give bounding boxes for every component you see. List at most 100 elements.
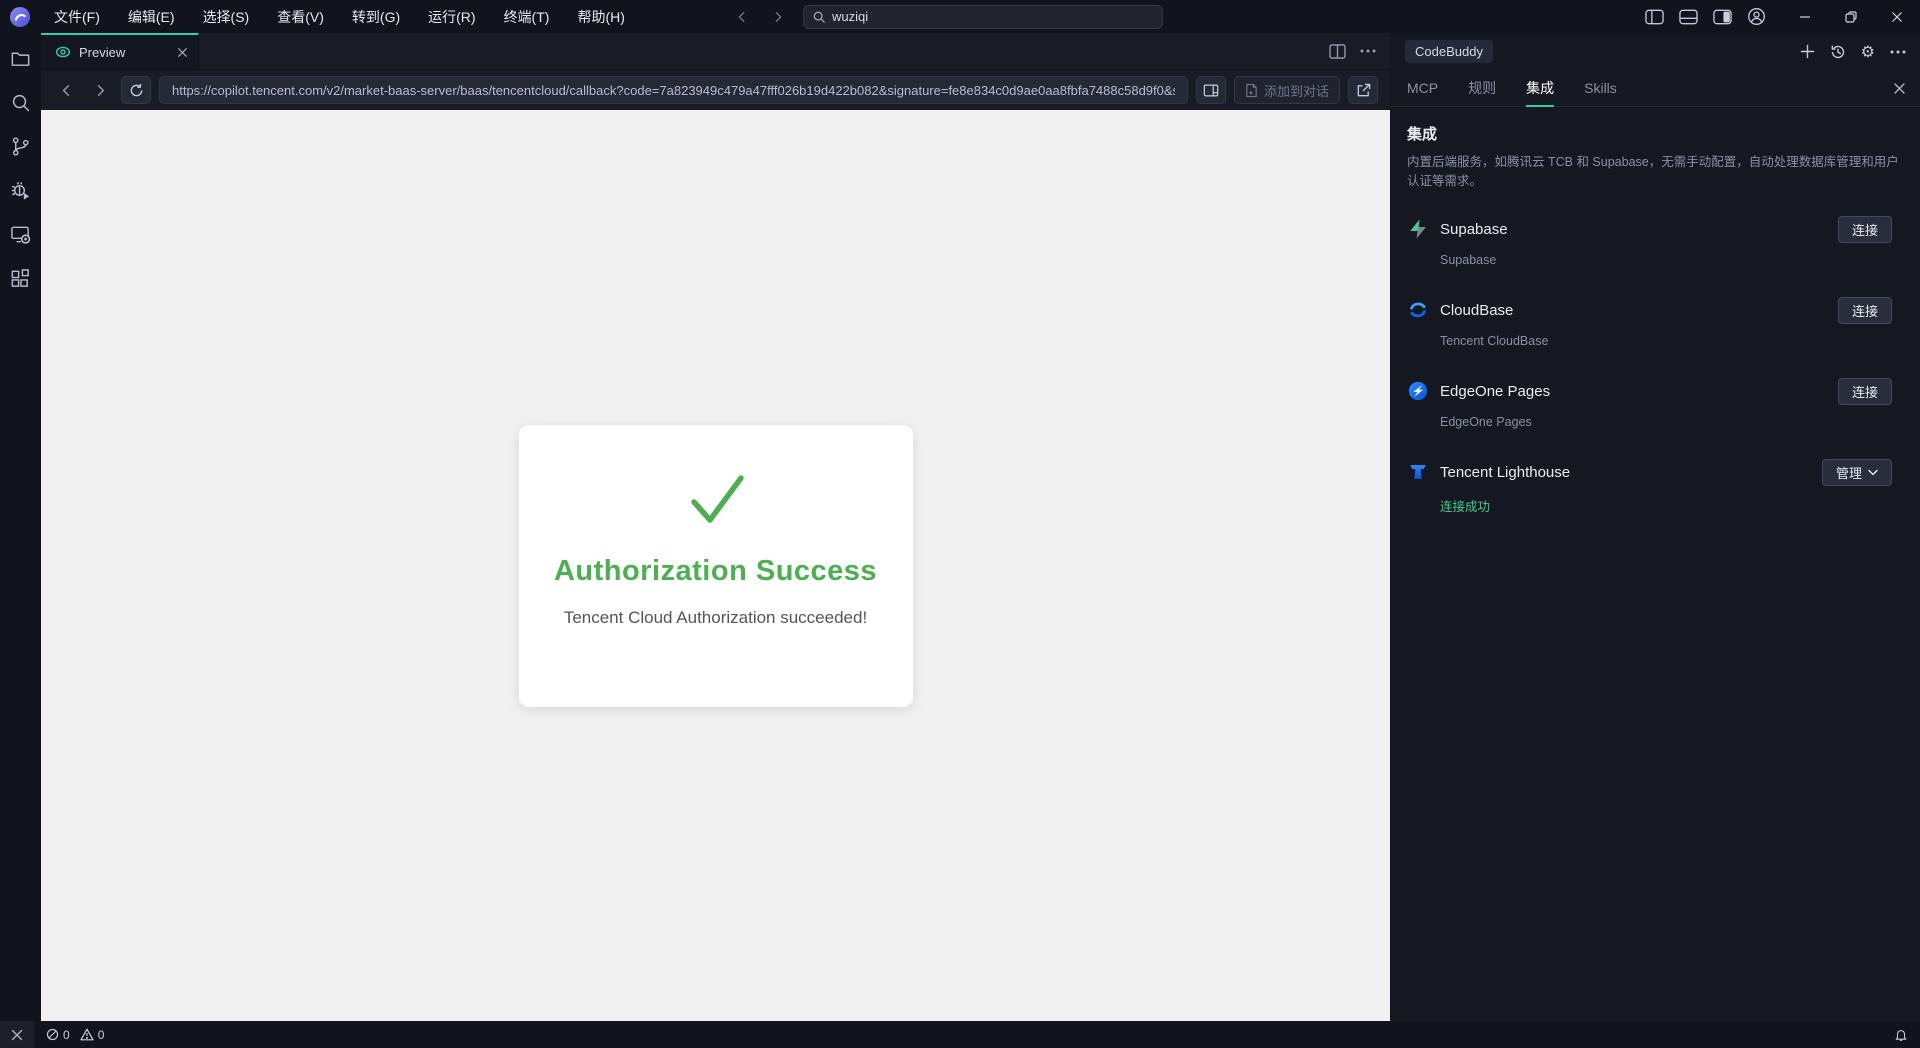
title-bar: 文件(F) 编辑(E) 选择(S) 查看(V) 转到(G) 运行(R) 终端(T… — [0, 0, 1920, 33]
integration-name: Tencent Lighthouse — [1440, 463, 1571, 481]
integration-list: Supabase 连接 Supabase CloudBase 连接 Tencen… — [1407, 215, 1906, 515]
status-bar: 0 0 — [0, 1021, 1920, 1048]
menu-terminal[interactable]: 终端(T) — [494, 3, 560, 31]
authorization-title: Authorization Success — [553, 554, 878, 587]
menu-edit[interactable]: 编辑(E) — [118, 3, 185, 31]
search-icon[interactable] — [8, 89, 34, 115]
integration-cloudbase: CloudBase 连接 Tencent CloudBase — [1407, 296, 1906, 348]
chevron-down-icon — [1868, 469, 1878, 476]
source-control-icon[interactable] — [8, 133, 34, 159]
extensions-icon[interactable] — [8, 265, 34, 291]
integration-supabase: Supabase 连接 Supabase — [1407, 215, 1906, 267]
integration-edgeone: EdgeOne Pages 连接 EdgeOne Pages — [1407, 377, 1906, 429]
success-checkmark-icon — [683, 471, 749, 529]
toggle-right-sidebar-icon[interactable] — [1712, 7, 1732, 27]
explorer-folder-icon[interactable] — [8, 45, 34, 71]
browser-preview: Authorization Success Tencent Cloud Auth… — [41, 110, 1390, 1021]
integration-subtitle: EdgeOne Pages — [1440, 414, 1532, 429]
device-toolbar-button[interactable] — [1195, 76, 1226, 104]
minimize-button[interactable] — [1782, 0, 1828, 33]
menu-selection[interactable]: 选择(S) — [193, 3, 260, 31]
menu-run[interactable]: 运行(R) — [418, 3, 485, 31]
codebuddy-panel: CodeBuddy ⚙ MCP 规则 集成 Skills 集成 内置后端服务，如… — [1390, 33, 1920, 1021]
tab-label: Preview — [79, 44, 126, 60]
integration-name: EdgeOne Pages — [1440, 382, 1551, 400]
edgeone-connect-button[interactable]: 连接 — [1837, 377, 1892, 405]
tab-mcp[interactable]: MCP — [1407, 70, 1438, 106]
add-file-icon — [1245, 83, 1258, 98]
settings-gear-icon[interactable]: ⚙ — [1861, 43, 1875, 60]
codebuddy-session-chip[interactable]: CodeBuddy — [1405, 40, 1493, 63]
app-window: 文件(F) 编辑(E) 选择(S) 查看(V) 转到(G) 运行(R) 终端(T… — [0, 0, 1920, 1048]
run-debug-icon[interactable] — [8, 177, 34, 203]
cloudbase-logo-icon — [1407, 299, 1429, 321]
restore-button[interactable] — [1828, 0, 1874, 33]
warnings-icon — [80, 1028, 94, 1041]
lighthouse-logo-icon — [1407, 461, 1429, 483]
edgeone-logo-icon — [1407, 380, 1429, 402]
browser-forward-button[interactable] — [87, 77, 113, 103]
tab-close-icon[interactable] — [177, 47, 188, 58]
lighthouse-manage-button[interactable]: 管理 — [1821, 458, 1892, 486]
activity-bar — [0, 33, 41, 1021]
supabase-connect-button[interactable]: 连接 — [1837, 215, 1892, 243]
integrations-section: 集成 内置后端服务，如腾讯云 TCB 和 Supabase，无需手动配置，自动处… — [1391, 107, 1920, 515]
panel-more-icon[interactable] — [1890, 50, 1906, 54]
integration-name: Supabase — [1440, 220, 1508, 238]
editor-area: Preview https://copilot.tencent.com/v2/m… — [41, 33, 1390, 1021]
problems-counter[interactable]: 0 0 — [46, 1028, 110, 1042]
browser-toolbar: 添加到对话 — [41, 70, 1390, 110]
browser-back-button[interactable] — [53, 77, 79, 103]
open-external-button[interactable] — [1348, 76, 1378, 104]
search-input[interactable] — [832, 9, 1155, 24]
tab-preview[interactable]: Preview — [41, 33, 199, 69]
cloudbase-connect-button[interactable]: 连接 — [1837, 296, 1892, 324]
history-icon[interactable] — [1830, 44, 1846, 60]
integration-status: 连接成功 — [1440, 499, 1491, 514]
section-description: 内置后端服务，如腾讯云 TCB 和 Supabase，无需手动配置，自动处理数据… — [1407, 155, 1899, 189]
panel-tabs: MCP 规则 集成 Skills — [1391, 70, 1920, 107]
warnings-count: 0 — [97, 1027, 105, 1042]
search-icon — [812, 10, 826, 24]
close-panel-icon[interactable] — [1893, 70, 1906, 107]
notifications-bell-icon[interactable] — [1894, 1028, 1908, 1042]
add-to-chat-label: 添加到对话 — [1263, 83, 1329, 99]
menu-file[interactable]: 文件(F) — [44, 3, 110, 31]
history-back-button[interactable] — [731, 6, 753, 28]
manage-label: 管理 — [1835, 465, 1862, 481]
errors-icon — [46, 1028, 59, 1041]
more-actions-icon[interactable] — [1360, 49, 1376, 53]
add-to-chat-button[interactable]: 添加到对话 — [1233, 76, 1340, 104]
integration-lighthouse: Tencent Lighthouse 管理 连接成功 — [1407, 458, 1906, 515]
menu-help[interactable]: 帮助(H) — [567, 3, 634, 31]
editor-tab-bar: Preview — [41, 33, 1390, 70]
split-editor-icon[interactable] — [1329, 43, 1346, 59]
menu-view[interactable]: 查看(V) — [267, 3, 334, 31]
integration-name: CloudBase — [1440, 301, 1514, 319]
authorization-card: Authorization Success Tencent Cloud Auth… — [518, 424, 913, 707]
remote-indicator-icon[interactable] — [0, 1021, 34, 1048]
toggle-bottom-panel-icon[interactable] — [1678, 7, 1698, 27]
menu-go[interactable]: 转到(G) — [342, 3, 410, 31]
section-title: 集成 — [1407, 126, 1438, 143]
url-input[interactable] — [172, 82, 1175, 98]
url-bar[interactable] — [159, 76, 1188, 104]
reload-button[interactable] — [121, 76, 151, 104]
tab-rules[interactable]: 规则 — [1468, 70, 1496, 106]
menu-bar: 文件(F) 编辑(E) 选择(S) 查看(V) 转到(G) 运行(R) 终端(T… — [44, 3, 635, 31]
new-chat-icon[interactable] — [1800, 44, 1815, 59]
account-icon[interactable] — [1746, 7, 1766, 27]
history-forward-button[interactable] — [767, 6, 789, 28]
app-logo-icon — [10, 6, 30, 27]
tab-integrations[interactable]: 集成 — [1526, 70, 1555, 107]
preview-eye-icon — [55, 44, 71, 60]
remote-explorer-icon[interactable] — [8, 221, 34, 247]
authorization-message: Tencent Cloud Authorization succeeded! — [563, 607, 868, 627]
integration-subtitle: Supabase — [1440, 252, 1497, 267]
close-window-button[interactable] — [1874, 0, 1920, 33]
errors-count: 0 — [63, 1027, 70, 1042]
codebuddy-header: CodeBuddy ⚙ — [1391, 33, 1920, 70]
command-search-box[interactable] — [803, 4, 1164, 29]
tab-skills[interactable]: Skills — [1584, 70, 1617, 106]
toggle-left-sidebar-icon[interactable] — [1644, 7, 1664, 27]
